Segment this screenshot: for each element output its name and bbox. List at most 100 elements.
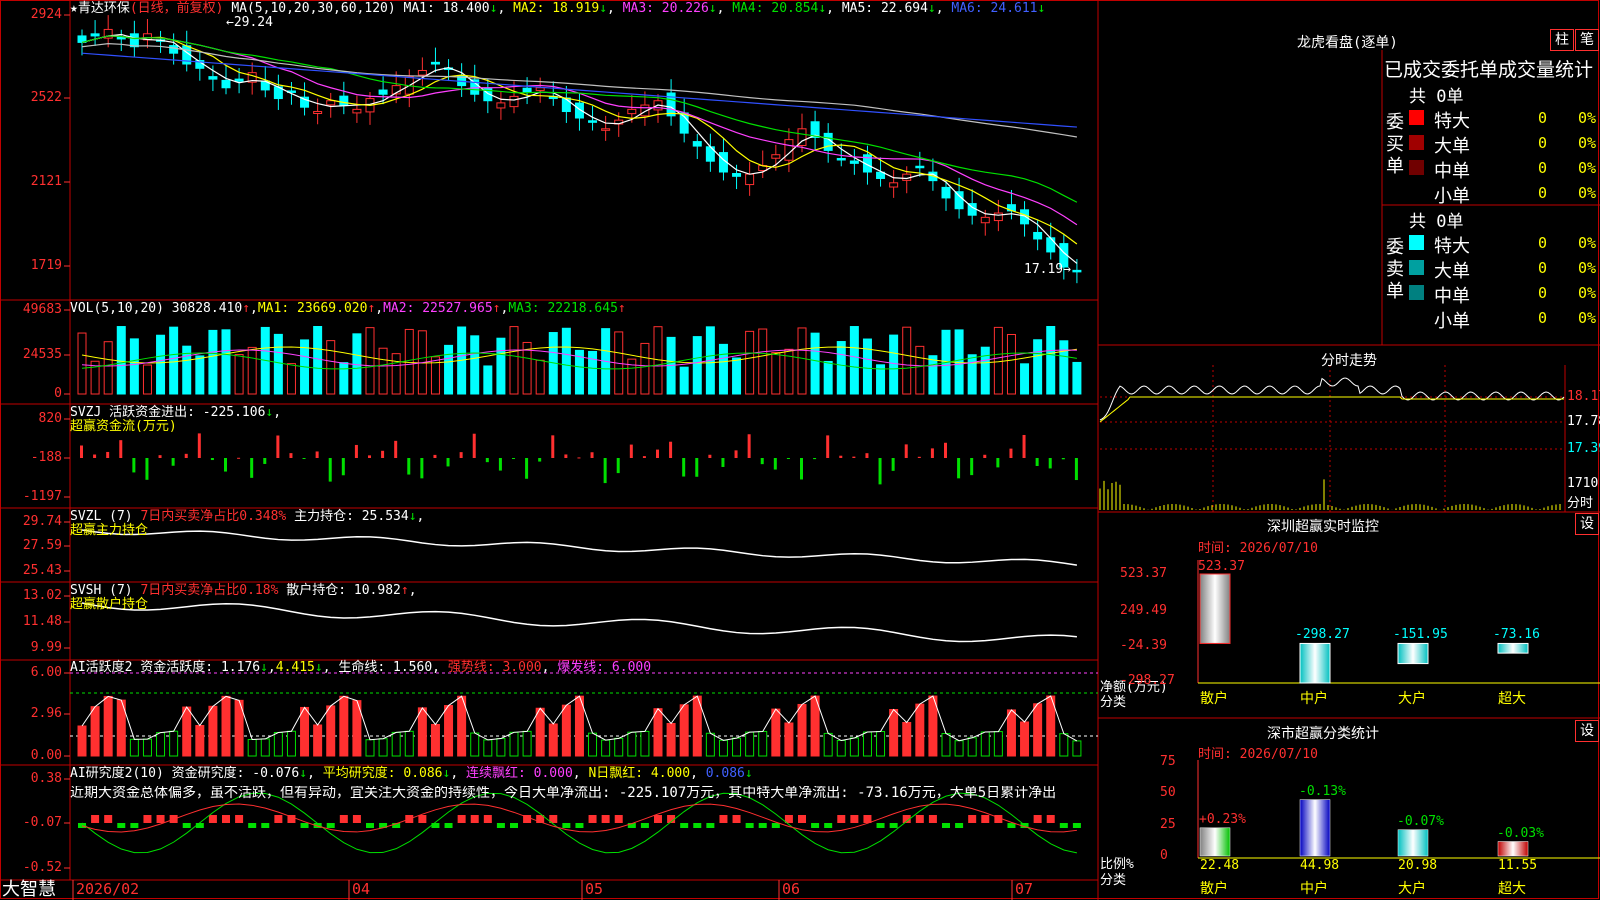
activity-bar [785, 723, 793, 756]
activity-bar [405, 731, 413, 756]
fund-flow-bar [211, 458, 214, 460]
research-bar [890, 823, 898, 828]
activity-bar [667, 723, 675, 756]
fund-flow-bar [1062, 458, 1065, 459]
candle-body [314, 112, 322, 114]
fund-flow-bar [198, 433, 201, 458]
tick-view-button[interactable]: 笔 [1575, 29, 1599, 51]
fund-flow-bar [800, 458, 803, 479]
research-bar [497, 823, 505, 828]
ma5-value: MA5: 22.694 [842, 1, 928, 16]
activity-bar [1060, 734, 1068, 756]
fund-flow-bar [996, 458, 999, 467]
monitor-bar [1398, 643, 1428, 663]
candle-body [589, 121, 597, 123]
volume-bar [497, 338, 505, 394]
buy-row-pct: 0% [1578, 134, 1596, 152]
volume-bar [170, 327, 178, 394]
axis-label-svzj: -188 [0, 450, 62, 465]
stats-category-label: 中户 [1300, 878, 1328, 898]
buy-row-name: 小单 [1434, 182, 1470, 208]
svzl-header: SVZL (7) 7日内买卖净占比0.348% 主力持仓: 25.534↓, 超赢… [70, 510, 424, 538]
activity-bar [772, 709, 780, 756]
volume-bar [562, 328, 570, 394]
fund-flow-bar [329, 458, 332, 482]
buy-color-swatch [1409, 110, 1424, 125]
fund-flow-bar [106, 452, 109, 458]
fund-flow-bar [525, 458, 528, 479]
sell-color-swatch [1409, 260, 1424, 275]
activity-bar [261, 739, 269, 756]
monitor-settings-button[interactable]: 设 [1575, 513, 1599, 535]
activity-bar [1073, 741, 1081, 756]
ai2-header: AI研究度2(10) 资金研究度: -0.076↓, 平均研究度: 0.086↓… [70, 767, 753, 781]
stats-change-label: -0.07% [1397, 814, 1444, 829]
main-chart[interactable] [0, 0, 1600, 900]
research-bar [143, 815, 151, 823]
volume-bar [759, 329, 767, 394]
volume-bar [340, 363, 348, 394]
research-bar [693, 823, 701, 828]
monitor-title: 深圳超赢实时监控 [1098, 516, 1548, 536]
fund-flow-bar [813, 458, 816, 459]
fund-flow-bar [473, 434, 476, 458]
candle-body [746, 174, 754, 184]
research-bar [1073, 823, 1081, 828]
sell-row-value: 0 [1538, 284, 1547, 302]
research-bar [1047, 815, 1055, 823]
axis-label-svzl: 25.43 [0, 563, 62, 578]
monitor-y-label: 249.49 [1120, 603, 1167, 618]
fund-flow-bar [656, 450, 659, 458]
fund-flow-bar [80, 446, 83, 459]
stats-y-label: 75 [1160, 754, 1176, 769]
monitor-category-label: 中户 [1300, 688, 1328, 708]
fund-flow-bar [185, 454, 188, 458]
activity-bar [837, 741, 845, 756]
volume-bar [392, 354, 400, 394]
activity-bar [91, 707, 99, 756]
stats-value-label: 22.48 [1200, 858, 1239, 873]
buy-total: 共 0单 [1409, 82, 1463, 107]
candle-body [955, 192, 963, 209]
fund-flow-bar [577, 457, 580, 458]
candle-body [628, 109, 636, 113]
axis-label-svsh: 9.99 [0, 640, 62, 655]
fenshi-title: 分时走势 [1098, 350, 1600, 370]
fund-flow-bar [643, 456, 646, 458]
fund-flow-bar [721, 458, 724, 467]
activity-bar [274, 733, 282, 756]
activity-bar [981, 732, 989, 756]
activity-bar [641, 731, 649, 756]
axis-label-svzj: 820 [0, 411, 62, 426]
fund-flow-bar [420, 458, 423, 478]
volume-bar [1073, 362, 1081, 394]
sell-color-swatch [1409, 285, 1424, 300]
research-bar [458, 815, 466, 823]
column-view-button[interactable]: 柱 [1550, 29, 1574, 51]
research-bar [575, 823, 583, 828]
buy-row-value: 0 [1538, 159, 1547, 177]
candle-body [837, 158, 845, 160]
lhb-head: 已成交委托单成交量统计 [1384, 55, 1593, 82]
candle-body [850, 161, 858, 163]
stats-change-label: +0.23% [1199, 812, 1246, 827]
stats-value-label: 11.55 [1498, 858, 1537, 873]
stats-category-label: 大户 [1398, 878, 1426, 898]
fund-flow-bar [682, 458, 685, 477]
monitor-bar-label: 523.37 [1198, 559, 1245, 574]
activity-bar [863, 732, 871, 756]
sell-row-pct: 0% [1578, 259, 1596, 277]
activity-bar [340, 696, 348, 756]
monitor-bar [1498, 643, 1528, 653]
stats-title: 深市超赢分类统计 [1098, 723, 1548, 743]
volume-bar [916, 346, 924, 394]
activity-bar [1007, 710, 1015, 756]
vol-header: VOL(5,10,20) 30828.410↑,MA1: 23669.020↑,… [70, 302, 626, 316]
activity-bar [994, 732, 1002, 756]
research-bar [916, 815, 924, 823]
fund-flow-bar [761, 458, 764, 464]
stats-settings-button[interactable]: 设 [1575, 720, 1599, 742]
fund-flow-bar [839, 456, 842, 458]
volume-bar [117, 327, 125, 394]
axis-label-ai1: 0.00 [0, 748, 62, 763]
